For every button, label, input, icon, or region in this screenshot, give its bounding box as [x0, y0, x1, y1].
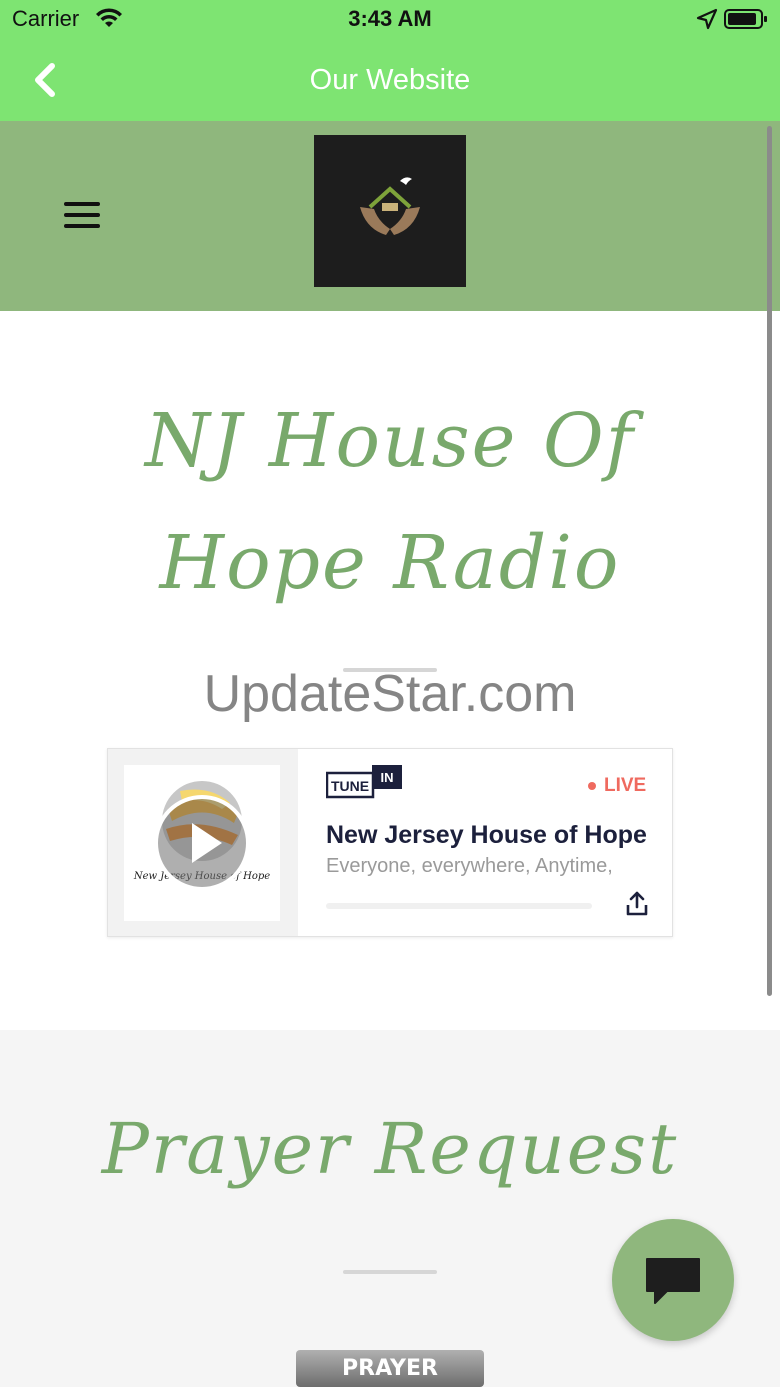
chat-button[interactable] — [612, 1219, 734, 1341]
clock: 3:43 AM — [348, 6, 432, 31]
live-label: LIVE — [604, 775, 647, 796]
prayer-request-button[interactable]: PRAYER REQUEST — [296, 1350, 484, 1387]
station-slogan: Everyone, everywhere, Anytime, — [326, 855, 613, 877]
prayer-title: Prayer Request — [101, 1108, 679, 1190]
page-scrollbar[interactable] — [767, 126, 772, 996]
site-headline: NJ House Of Hope Radio — [144, 398, 636, 606]
tunein-player[interactable]: New Jersey House of Hope TUNE IN LIVE Ne… — [107, 748, 673, 937]
battery-icon — [724, 9, 767, 29]
chat-bubble-icon — [646, 1258, 700, 1304]
prayer-divider — [343, 1270, 437, 1274]
tunein-logo[interactable]: TUNE IN — [326, 765, 404, 799]
hands-house-dove-icon — [360, 177, 420, 235]
live-dot-icon — [588, 781, 596, 790]
share-icon[interactable] — [622, 889, 652, 919]
station-name[interactable]: New Jersey House of Hope — [326, 821, 648, 850]
live-badge: LIVE — [588, 775, 646, 797]
app-header: Carrier 3:43 AM Our Website — [0, 0, 780, 121]
watermark-text: UpdateStar.com — [203, 665, 577, 723]
progress-bar — [326, 903, 592, 909]
station-artwork: New Jersey House of Hope — [124, 765, 280, 921]
nav-title: Our Website — [309, 64, 471, 96]
station-artwork-panel: New Jersey House of Hope — [108, 749, 298, 936]
site-header — [0, 121, 780, 311]
menu-icon[interactable] — [64, 202, 102, 232]
tunein-left-text: TUNE — [331, 778, 369, 794]
site-logo[interactable] — [314, 135, 466, 287]
tunein-right-text: IN — [381, 770, 394, 785]
location-arrow-icon — [696, 8, 718, 30]
play-button-icon[interactable] — [154, 795, 250, 891]
